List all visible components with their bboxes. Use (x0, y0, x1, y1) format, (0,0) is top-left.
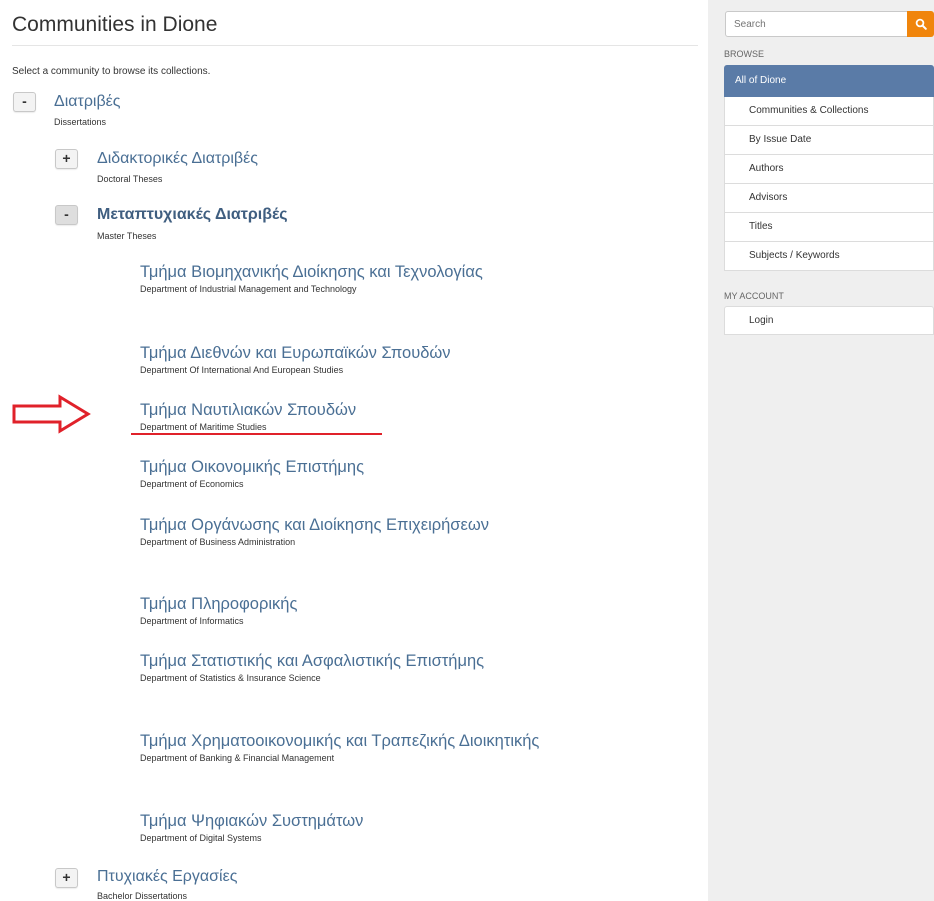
main-content: Communities in Dione Select a community … (0, 0, 698, 901)
community-bachelor-subtitle: Bachelor Dissertations (97, 891, 188, 901)
collection-item-maritime: Τμήμα Ναυτιλιακών Σπουδών Department of … (140, 400, 560, 432)
collection-item: Τμήμα Βιομηχανικής Διοίκησης και Τεχνολο… (140, 262, 560, 294)
collection-subtitle: Department of Economics (140, 479, 244, 489)
collection-item: Τμήμα Ψηφιακών Συστημάτων Department of … (140, 811, 560, 843)
browse-section-label: BROWSE (724, 49, 765, 59)
collection-subtitle: Department of Statistics & Insurance Sci… (140, 673, 321, 683)
my-account-section-label: MY ACCOUNT (724, 291, 784, 301)
account-menu: Login (724, 306, 934, 335)
browse-advisors[interactable]: Advisors (724, 184, 934, 213)
community-doctoral-link[interactable]: Διδακτορικές Διατριβές (97, 150, 258, 168)
title-divider (12, 45, 698, 46)
collection-subtitle: Department of Business Administration (140, 537, 296, 547)
collection-link[interactable]: Τμήμα Οργάνωσης και Διοίκησης Επιχειρήσε… (140, 515, 560, 536)
browse-by-issue-date[interactable]: By Issue Date (724, 126, 934, 155)
search-button[interactable] (907, 11, 934, 37)
collection-item: Τμήμα Οικονομικής Επιστήμης Department o… (140, 457, 560, 489)
collection-subtitle: Department Of International And European… (140, 365, 344, 375)
login-link[interactable]: Login (724, 306, 934, 335)
browse-menu: All of Dione Communities & Collections B… (724, 65, 934, 271)
community-dissertations-link[interactable]: Διατριβές (54, 93, 121, 111)
browse-all-of-dione[interactable]: All of Dione (724, 65, 934, 97)
collection-link[interactable]: Τμήμα Πληροφορικής (140, 594, 560, 615)
community-master-subtitle: Master Theses (97, 231, 157, 241)
search-input[interactable] (725, 11, 909, 37)
expand-bachelor-button[interactable]: + (55, 868, 78, 888)
community-doctoral-subtitle: Doctoral Theses (97, 174, 163, 184)
collection-link[interactable]: Τμήμα Βιομηχανικής Διοίκησης και Τεχνολο… (140, 262, 560, 283)
page-title: Communities in Dione (12, 13, 218, 36)
collection-item: Τμήμα Διεθνών και Ευρωπαϊκών Σπουδών Dep… (140, 343, 560, 375)
search-icon (915, 18, 927, 30)
collection-link[interactable]: Τμήμα Διεθνών και Ευρωπαϊκών Σπουδών (140, 343, 560, 364)
collection-link[interactable]: Τμήμα Οικονομικής Επιστήμης (140, 457, 560, 478)
browse-communities-collections[interactable]: Communities & Collections (724, 97, 934, 126)
browse-subjects-keywords[interactable]: Subjects / Keywords (724, 242, 934, 271)
collection-link[interactable]: Τμήμα Ψηφιακών Συστημάτων (140, 811, 560, 832)
community-dissertations-subtitle: Dissertations (54, 117, 107, 127)
browse-authors[interactable]: Authors (724, 155, 934, 184)
collapse-dissertations-button[interactable]: - (13, 92, 36, 112)
collection-subtitle: Department of Informatics (140, 616, 244, 626)
sidebar: BROWSE All of Dione Communities & Collec… (708, 0, 934, 901)
community-master-link[interactable]: Μεταπτυχιακές Διατριβές (97, 206, 288, 224)
collection-subtitle: Department of Digital Systems (140, 833, 262, 843)
collection-link[interactable]: Τμήμα Χρηματοοικονομικής και Τραπεζικής … (140, 731, 560, 752)
collection-subtitle: Department of Industrial Management and … (140, 284, 357, 294)
collection-subtitle: Department of Maritime Studies (140, 422, 267, 432)
collection-subtitle: Department of Banking & Financial Manage… (140, 753, 335, 763)
collection-item: Τμήμα Οργάνωσης και Διοίκησης Επιχειρήσε… (140, 515, 560, 547)
annotation-arrow-icon (12, 394, 91, 434)
annotation-underline (131, 433, 382, 435)
community-bachelor-link[interactable]: Πτυχιακές Εργασίες (97, 868, 237, 886)
collection-item: Τμήμα Πληροφορικής Department of Informa… (140, 594, 560, 626)
collapse-master-button[interactable]: - (55, 205, 78, 225)
collection-item: Τμήμα Χρηματοοικονομικής και Τραπεζικής … (140, 731, 560, 763)
collection-item: Τμήμα Στατιστικής και Ασφαλιστικής Επιστ… (140, 651, 560, 683)
expand-doctoral-button[interactable]: + (55, 149, 78, 169)
collection-link-maritime[interactable]: Τμήμα Ναυτιλιακών Σπουδών (140, 400, 560, 421)
intro-text: Select a community to browse its collect… (12, 66, 211, 77)
collection-link[interactable]: Τμήμα Στατιστικής και Ασφαλιστικής Επιστ… (140, 651, 560, 672)
browse-titles[interactable]: Titles (724, 213, 934, 242)
